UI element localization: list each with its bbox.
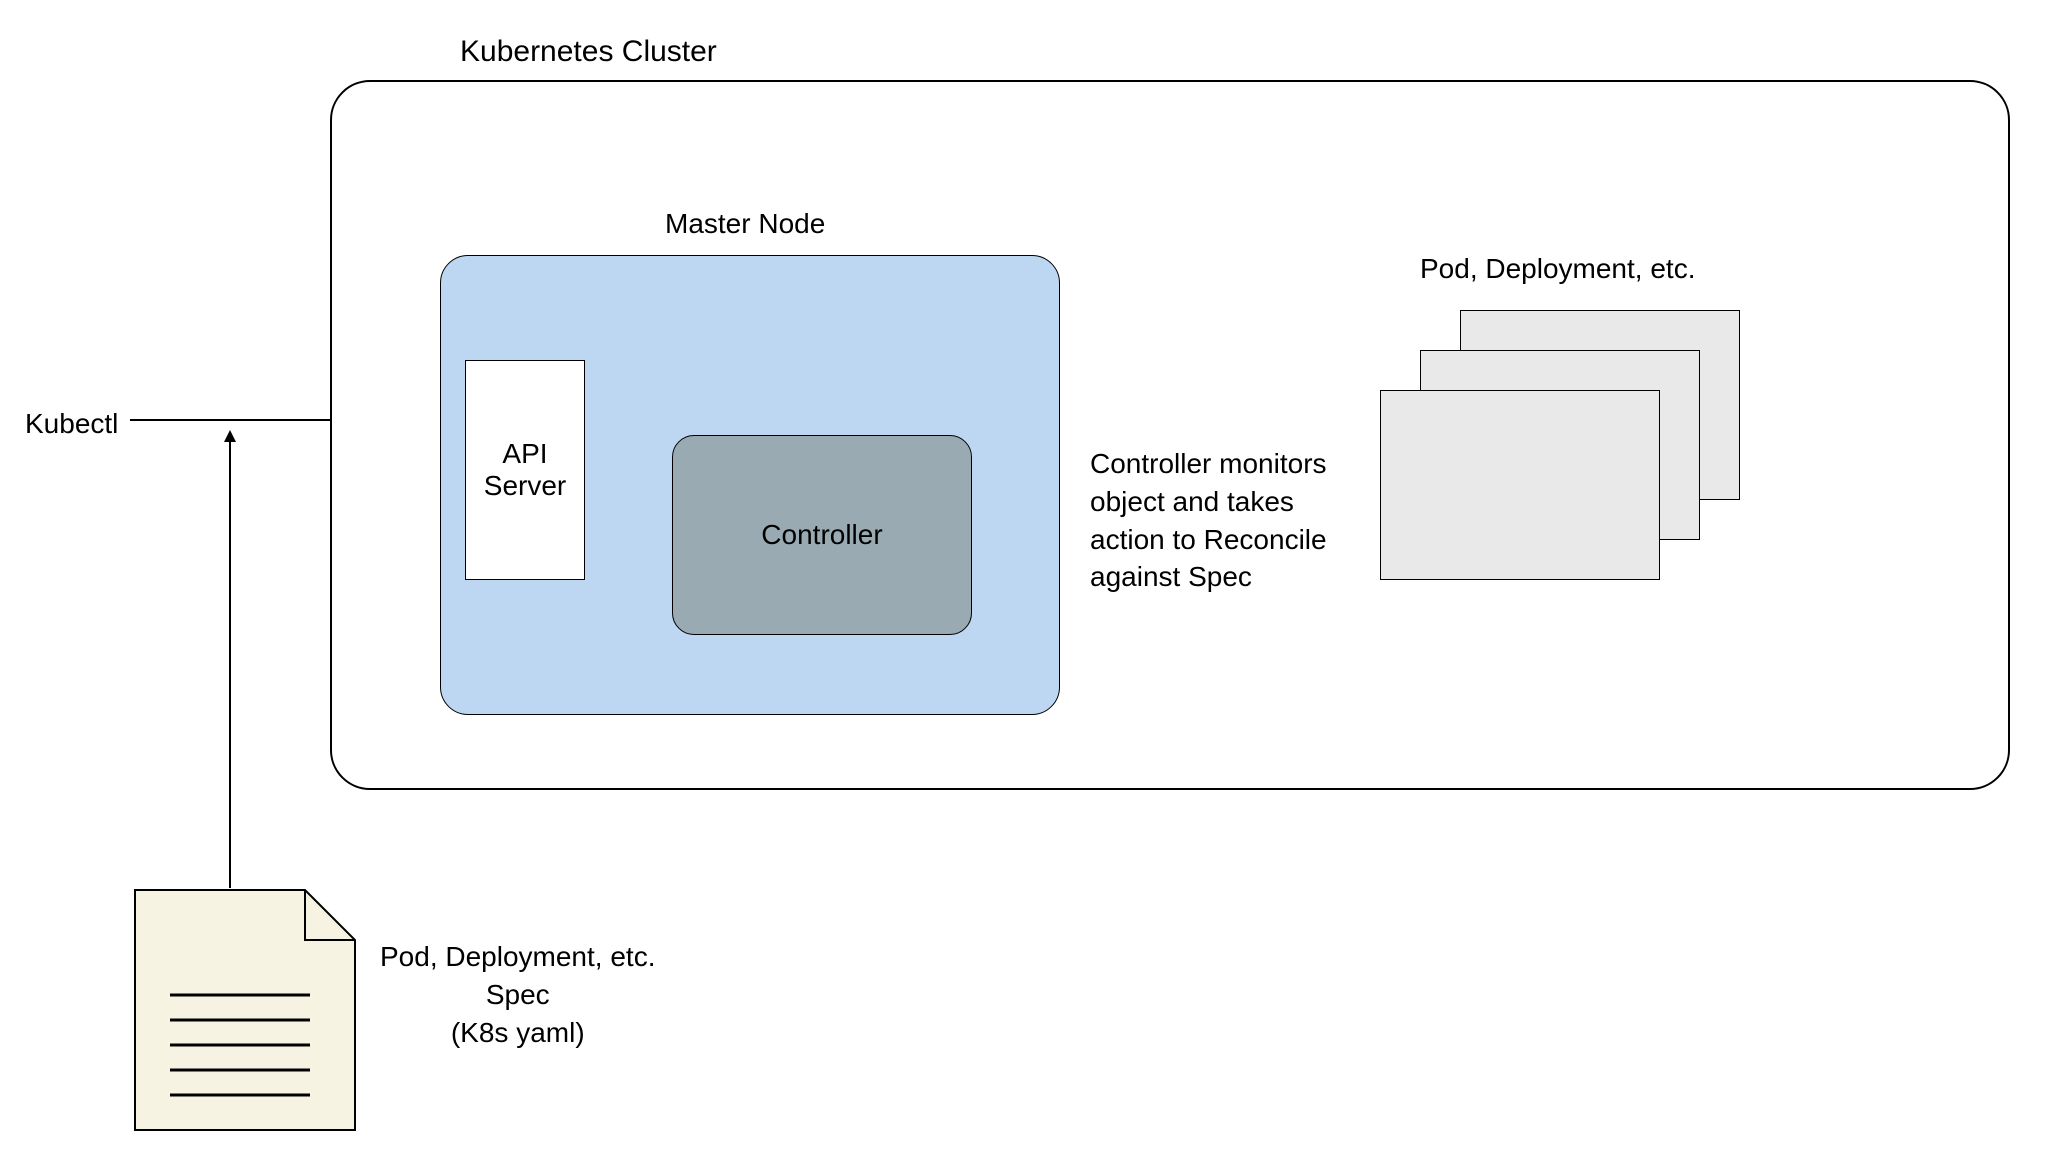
document-icon bbox=[135, 890, 355, 1130]
controller-description: Controller monitors object and takes act… bbox=[1090, 445, 1327, 596]
master-node-label: Master Node bbox=[665, 205, 825, 243]
api-server-box: API Server bbox=[465, 360, 585, 580]
cluster-title: Kubernetes Cluster bbox=[460, 32, 717, 73]
kubectl-label: Kubectl bbox=[25, 405, 118, 443]
controller-label: Controller bbox=[761, 519, 882, 551]
controller-box: Controller bbox=[672, 435, 972, 635]
resources-title: Pod, Deployment, etc. bbox=[1420, 250, 1695, 288]
resource-card-1 bbox=[1380, 390, 1660, 580]
api-server-label: API Server bbox=[484, 438, 566, 502]
spec-label: Pod, Deployment, etc. Spec (K8s yaml) bbox=[380, 938, 655, 1051]
